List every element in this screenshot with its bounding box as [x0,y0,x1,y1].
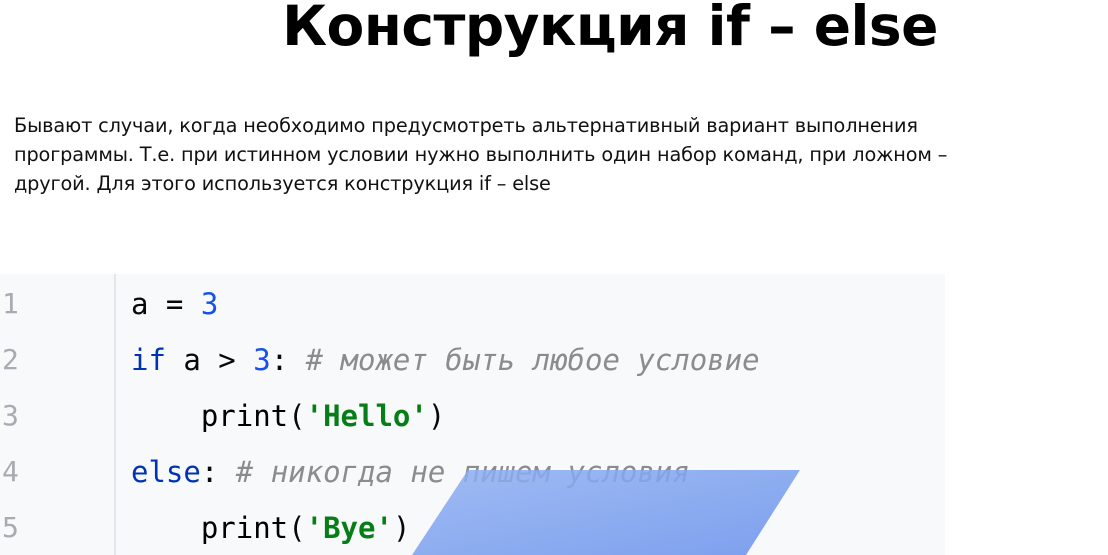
code-text: print('Bye') [131,500,411,555]
code-editor: 1 a = 3 2 if a > 3: # может быть любое у… [0,274,945,555]
intro-line-2: программы. Т.е. при истинном условии нуж… [14,143,948,166]
code-line-3: 3 print('Hello') [0,388,945,446]
line-number: 2 [2,343,19,376]
code-keyword: if [131,343,166,377]
intro-line-1: Бывают случаи, когда необходимо предусмо… [14,114,918,137]
intro-paragraph: Бывают случаи, когда необходимо предусмо… [14,111,1104,198]
line-number: 4 [2,455,19,488]
code-text: if a > 3: # может быть любое условие [131,332,760,388]
code-colon: : [200,455,219,489]
code-expression: a > [165,343,254,377]
code-line-4: 4 else: # никогда не пишем условия [0,444,945,502]
code-text: a = 3 [131,276,218,332]
code-paren-close: ) [427,399,446,433]
line-number: 1 [2,287,19,320]
code-string: 'Hello' [305,399,428,433]
code-string: 'Bye' [305,511,393,545]
code-text: print('Hello') [131,388,445,444]
page-title: Конструкция if – else [282,0,938,58]
code-paren-open: ( [288,511,306,545]
intro-line-3: другой. Для этого используется конструкц… [14,172,551,195]
code-function: print [200,511,289,545]
code-keyword: else [131,455,201,489]
code-function: print [200,399,289,433]
code-paren-open: ( [288,399,306,433]
code-paren-close: ) [392,511,411,545]
code-comment: # может быть любое условие [288,343,760,377]
code-operator: = [148,287,201,321]
line-number: 3 [2,399,19,432]
code-line-1: 1 a = 3 [0,276,945,334]
code-comment: # никогда не пишем условия [218,455,690,489]
code-text: else: # никогда не пишем условия [131,444,690,500]
code-line-5: 5 print('Bye') [0,500,945,555]
code-variable: a [131,287,149,321]
code-number: 3 [253,343,271,377]
code-colon: : [270,343,289,377]
line-number: 5 [2,511,19,544]
code-number: 3 [200,287,219,321]
code-line-2: 2 if a > 3: # может быть любое условие [0,332,945,390]
